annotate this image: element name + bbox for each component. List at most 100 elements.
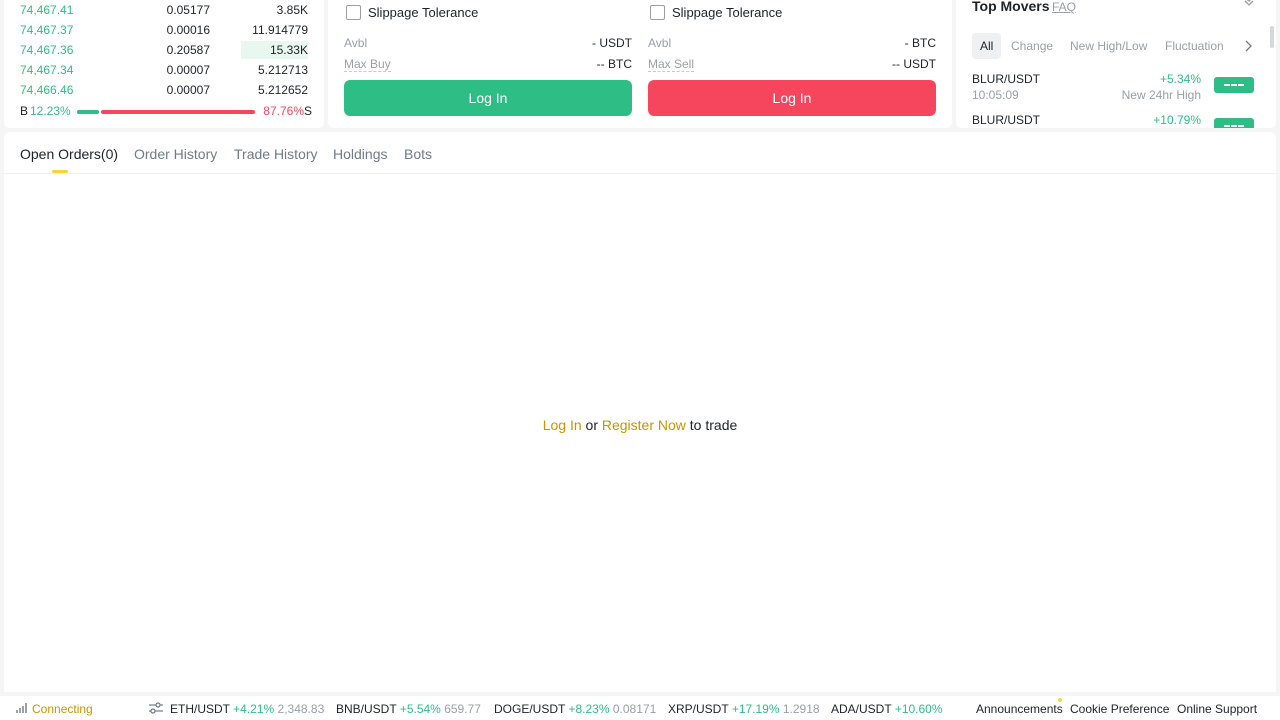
scrollbar[interactable] [1270,26,1274,48]
status-bar: Connecting ETH/USDT +4.21% 2,348.83 BNB/… [0,696,1280,720]
max-buy-label: Max Buy [344,57,391,72]
buy-ratio-label: B [20,104,29,118]
buy-avbl-label: Avbl [344,36,368,50]
ticker-change: +17.19% [731,702,780,716]
tab-new-high-low[interactable]: New High/Low [1070,33,1147,59]
sell-ratio-label: S [303,104,312,118]
ob-amount: 0.00007 [166,63,210,77]
buy-form: Slippage Tolerance Avbl - USDT Max Buy -… [344,0,632,128]
ob-total: 11.914779 [252,23,308,37]
max-buy-value: -- BTC [596,57,632,71]
ticker-symbol: DOGE/USDT [494,702,566,716]
chevron-down-icon[interactable] [1242,0,1256,10]
mover-change: +10.79% [1153,113,1201,127]
ob-amount: 0.20587 [166,43,210,57]
max-sell-label: Max Sell [648,57,695,72]
order-book-row[interactable]: 74,467.41 0.05177 3.85K [4,0,324,20]
buy-ratio-bar [77,110,99,114]
mover-trend-badge [1214,118,1254,128]
ob-total: 5.212713 [257,63,308,77]
mover-item[interactable]: BLUR/USDT +10.79% [972,113,1258,128]
ob-price: 74,467.34 [20,63,74,77]
buy-login-button[interactable]: Log In [344,80,632,116]
cookie-preference-link[interactable]: Cookie Preference [1070,702,1169,716]
divider [4,173,1276,174]
buy-avbl: Avbl - USDT [344,36,632,52]
ob-amount: 0.00007 [166,83,210,97]
buy-avbl-value: - USDT [592,36,632,50]
ticker-item[interactable]: XRP/USDT +17.19% 1.2918 [668,702,820,716]
login-prompt-or: or [585,417,598,433]
ticker-price: 659.77 [444,702,481,716]
tab-order-history[interactable]: Order History [134,146,217,162]
order-book-row[interactable]: 74,467.36 0.20587 15.33K [4,40,324,60]
mover-description: New 24hr High [1121,88,1201,102]
chevron-right-icon[interactable] [1243,39,1253,53]
ticker-symbol: XRP/USDT [668,702,729,716]
sell-avbl: Avbl - BTC [648,36,936,52]
sell-ratio-percent: 87.76% [263,104,304,118]
order-book-row[interactable]: 74,466.46 0.00007 5.212652 [4,80,324,100]
ob-amount: 0.00016 [166,23,210,37]
ticker-change: +8.23% [568,702,610,716]
mover-trend-badge [1214,77,1254,93]
ob-price: 74,467.37 [20,23,74,37]
top-movers: Top Movers FAQ All Change New High/Low F… [956,0,1276,128]
tab-open-orders[interactable]: Open Orders(0) [20,146,118,162]
top-movers-faq-link[interactable]: FAQ [1052,0,1076,14]
ticker-symbol: ADA/USDT [831,702,892,716]
login-prompt-suffix: to trade [689,417,738,433]
sell-ratio-bar [101,110,255,114]
max-buy: Max Buy -- BTC [344,57,632,73]
order-book-row[interactable]: 74,467.34 0.00007 5.212713 [4,60,324,80]
mover-change: +5.34% [1159,72,1201,86]
ticker-item[interactable]: ADA/USDT +10.60% [831,702,943,716]
login-link[interactable]: Log In [543,417,582,433]
tab-bots[interactable]: Bots [404,146,432,162]
ob-total: 5.212652 [257,83,308,97]
mover-pair: BLUR/USDT [972,72,1041,86]
ob-price: 74,467.36 [20,43,74,57]
ob-price: 74,467.41 [20,3,74,17]
ticker-item[interactable]: BNB/USDT +5.54% 659.77 [336,702,481,716]
ob-amount: 0.05177 [166,3,210,17]
order-book-row[interactable]: 74,467.37 0.00016 11.914779 [4,20,324,40]
tab-trade-history[interactable]: Trade History [234,146,318,162]
online-support-link[interactable]: Online Support [1177,702,1257,716]
mover-item[interactable]: BLUR/USDT 10:05:09 +5.34% New 24hr High [972,72,1258,112]
ticker-price: 0.08171 [612,702,657,716]
ticker-change: +4.21% [233,702,275,716]
ticker-item[interactable]: ETH/USDT +4.21% 2,348.83 [170,702,324,716]
buy-ratio-percent: 12.23% [30,104,71,118]
ticker-change: +5.54% [399,702,441,716]
register-link[interactable]: Register Now [602,417,686,433]
ticker-symbol: ETH/USDT [170,702,230,716]
sell-login-button[interactable]: Log In [648,80,936,116]
buy-slippage-checkbox[interactable] [346,5,361,20]
max-sell-value: -- USDT [892,57,936,71]
tab-holdings[interactable]: Holdings [333,146,387,162]
mover-pair: BLUR/USDT [972,113,1041,127]
ob-total: 15.33K [269,43,308,57]
sliders-icon[interactable] [149,702,163,714]
ob-price: 74,466.46 [20,83,74,97]
buy-slippage-label: Slippage Tolerance [368,5,479,20]
connection-status: Connecting [32,702,93,716]
ob-total: 3.85K [276,3,308,17]
sell-avbl-label: Avbl [648,36,672,50]
ticker-item[interactable]: DOGE/USDT +8.23% 0.08171 [494,702,656,716]
tab-fluctuation[interactable]: Fluctuation [1165,33,1224,59]
orders-panel: Open Orders(0) Order History Trade Histo… [4,132,1276,692]
sell-form: Slippage Tolerance Avbl - BTC Max Sell -… [648,0,936,128]
login-prompt: Log In or Register Now to trade [4,417,1276,433]
top-movers-title: Top Movers [972,0,1050,14]
announcements-link[interactable]: Announcements [976,702,1063,716]
ticker-price: 1.2918 [782,702,820,716]
sell-avbl-value: - BTC [904,36,936,50]
sell-slippage-checkbox[interactable] [650,5,665,20]
tab-change[interactable]: Change [1011,33,1053,59]
signal-icon [16,703,27,713]
sell-slippage-label: Slippage Tolerance [672,5,783,20]
tab-all[interactable]: All [972,33,1002,59]
mover-time: 10:05:09 [972,88,1019,102]
